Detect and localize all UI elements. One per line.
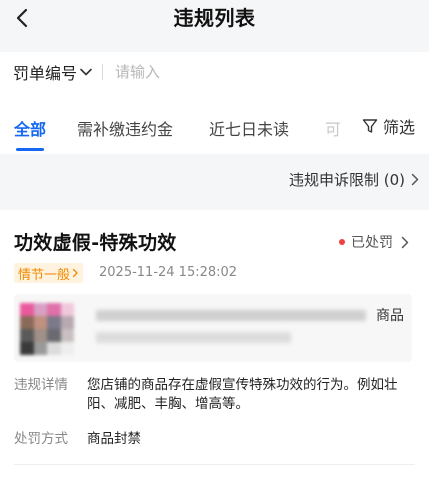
violation-card[interactable]: 功效虚假-特殊功效 已处罚 情节一般 2025-11-24 15:28:02 商… xyxy=(0,210,429,487)
active-tab-indicator xyxy=(16,148,44,151)
appeal-limit-label: 违规申诉限制 (0) xyxy=(288,171,405,189)
tab-all[interactable]: 全部 xyxy=(14,116,46,140)
appeal-limit-row: 违规申诉限制 (0) xyxy=(0,154,429,204)
tab-pending-penalty[interactable]: 需补缴违约金 xyxy=(77,116,173,140)
filter-tabs: 全部 需补缴违约金 近七日未读 可 筛选 xyxy=(0,92,429,154)
funnel-icon xyxy=(362,119,378,133)
search-type-label: 罚单编号 xyxy=(13,64,78,83)
product-info[interactable]: 商品 xyxy=(14,294,412,362)
violation-detail-row: 违规详情 您店铺的商品存在虚假宣传特殊功效的行为。例如壮阳、减肥、丰胸、增高等。 xyxy=(14,376,417,414)
filter-button[interactable]: 筛选 xyxy=(356,114,416,138)
appeal-limit-link[interactable]: 违规申诉限制 (0) xyxy=(289,169,419,190)
tab-appealable[interactable]: 可 xyxy=(325,116,349,140)
tab-last-seven-days-unread[interactable]: 近七日未读 xyxy=(209,116,289,140)
product-type-label: 商品 xyxy=(372,305,404,325)
chevron-right-icon xyxy=(401,236,409,248)
detail-label: 违规详情 xyxy=(14,377,68,393)
penalty-method-row: 处罚方式 商品封禁 xyxy=(14,430,417,449)
chevron-right-icon xyxy=(411,173,419,186)
detail-value: 您店铺的商品存在虚假宣传特殊功效的行为。例如壮阳、减肥、丰胸、增高等。 xyxy=(87,377,398,412)
search-type-dropdown[interactable]: 罚单编号 xyxy=(13,60,92,84)
penalty-label: 处罚方式 xyxy=(14,431,68,447)
chevron-down-icon xyxy=(80,68,92,76)
page-title: 违规列表 xyxy=(173,6,256,30)
status-dot xyxy=(339,239,345,245)
chevron-right-icon xyxy=(72,268,78,278)
search-divider xyxy=(102,64,104,80)
search-bar: 罚单编号 xyxy=(0,52,429,92)
card-divider xyxy=(14,464,415,465)
violation-title: 功效虚假-特殊功效 xyxy=(14,232,177,254)
search-input[interactable] xyxy=(115,63,316,81)
violation-status[interactable]: 已处罚 xyxy=(339,232,409,252)
status-label: 已处罚 xyxy=(351,235,393,251)
violation-timestamp: 2025-11-24 15:28:02 xyxy=(99,265,238,280)
filter-label: 筛选 xyxy=(383,118,416,137)
severity-tag[interactable]: 情节一般 xyxy=(14,263,84,283)
product-thumbnail xyxy=(20,303,74,355)
penalty-value: 商品封禁 xyxy=(87,431,141,447)
severity-label: 情节一般 xyxy=(18,267,71,283)
top-bar: 违规列表 xyxy=(0,0,429,50)
product-id-redacted xyxy=(96,332,291,343)
product-name-redacted xyxy=(96,310,366,321)
